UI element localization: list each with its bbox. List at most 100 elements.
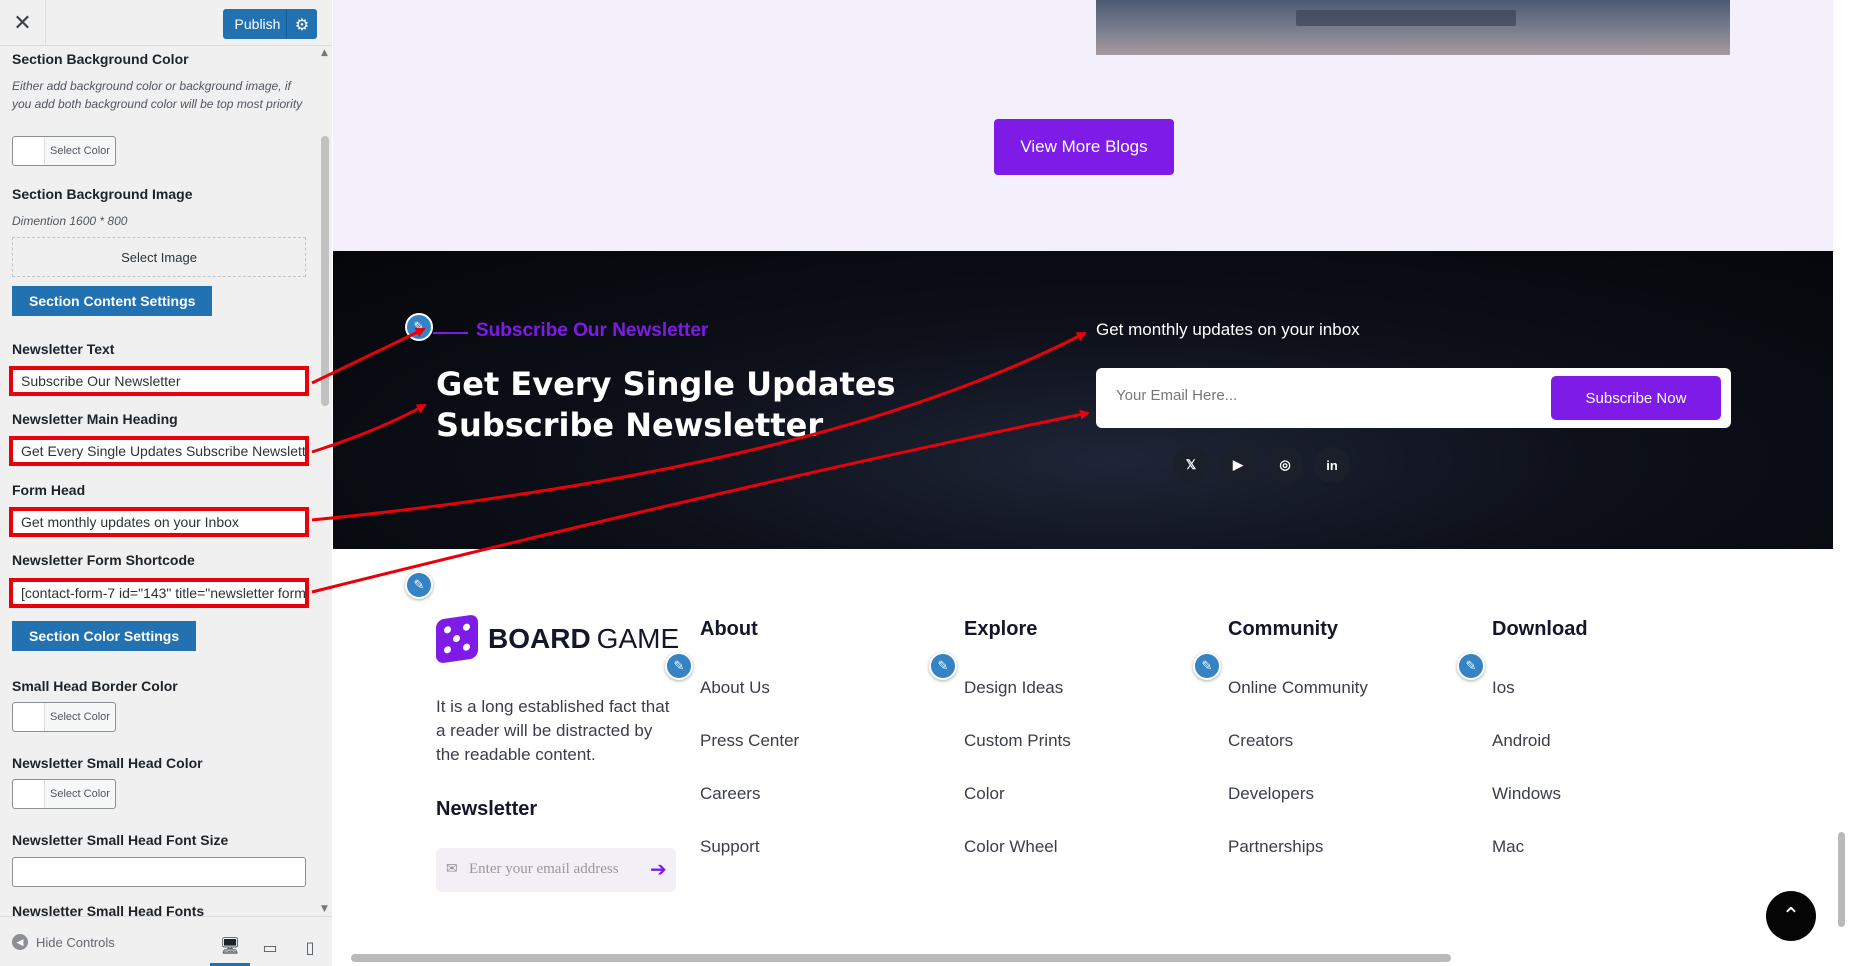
scrollbar-thumb[interactable] — [351, 954, 1451, 962]
footer-link[interactable]: Ios — [1492, 678, 1515, 698]
blog-image — [1096, 0, 1730, 55]
small-head-border-color-label: Small Head Border Color — [12, 678, 178, 694]
footer-link[interactable]: Support — [700, 837, 760, 857]
footer-col-title-download: Download — [1492, 618, 1588, 640]
annotation-highlight — [9, 578, 309, 608]
footer-newsletter-placeholder: Enter your email address — [469, 861, 619, 877]
publish-button[interactable]: Publish — [223, 9, 292, 39]
footer-link[interactable]: Windows — [1492, 784, 1561, 804]
footer-link[interactable]: Online Community — [1228, 678, 1368, 698]
scrollbar-thumb[interactable] — [1838, 832, 1845, 927]
youtube-icon[interactable]: ▶ — [1220, 447, 1256, 483]
annotation-highlight — [9, 366, 309, 396]
tablet-preview-icon[interactable]: ▭ — [250, 927, 290, 966]
site-logo[interactable]: BOARD GAME — [436, 614, 680, 664]
bg-image-description: Dimention 1600 * 800 — [12, 214, 128, 228]
twitter-icon[interactable]: 𝕏 — [1173, 447, 1209, 483]
heading-line-2: Subscribe Newsletter — [436, 406, 824, 444]
annotation-highlight — [9, 507, 309, 537]
footer-newsletter-title: Newsletter — [436, 798, 538, 820]
customizer-controls: Section Background Color Either add back… — [0, 46, 318, 916]
newsletter-main-heading: Get Every Single Updates Subscribe Newsl… — [436, 364, 956, 446]
color-swatch — [13, 780, 45, 808]
footer-link[interactable]: Partnerships — [1228, 837, 1323, 857]
newsletter-form-head: Get monthly updates on your inbox — [1096, 320, 1360, 339]
heading-line-1: Get Every Single Updates — [436, 365, 896, 403]
site-preview: View More Blogs ✎ Subscribe Our Newslett… — [333, 0, 1850, 966]
scroll-up-icon[interactable]: ▲ — [321, 48, 328, 58]
footer-newsletter-input[interactable]: ✉ Enter your email address ➔ — [436, 848, 676, 892]
gear-icon[interactable]: ⚙ — [286, 9, 317, 39]
footer-col-title-community: Community — [1228, 618, 1338, 640]
edit-shortcut-icon[interactable]: ✎ — [1193, 652, 1221, 680]
main-heading-label: Newsletter Main Heading — [12, 411, 178, 427]
bg-color-picker[interactable]: Select Color — [12, 136, 116, 166]
desktop-preview-icon[interactable]: 🖥 — [210, 927, 250, 966]
footer-link[interactable]: Developers — [1228, 784, 1314, 804]
footer-link[interactable]: Android — [1492, 731, 1551, 751]
edit-shortcut-icon[interactable]: ✎ — [665, 652, 693, 680]
footer-link[interactable]: Creators — [1228, 731, 1293, 751]
scrollbar-thumb[interactable] — [321, 136, 329, 406]
footer-link[interactable]: Color Wheel — [964, 837, 1058, 857]
footer-link[interactable]: Careers — [700, 784, 760, 804]
newsletter-text-label: Newsletter Text — [12, 341, 115, 357]
customizer-header: ✕ Publish ⚙ — [0, 0, 332, 46]
color-swatch — [13, 703, 45, 731]
small-head-color-picker[interactable]: Select Color — [12, 779, 116, 809]
instagram-icon[interactable]: ◎ — [1267, 447, 1303, 483]
linkedin-icon[interactable]: in — [1314, 447, 1350, 483]
footer-col-title-about: About — [700, 618, 758, 640]
footer-link[interactable]: Design Ideas — [964, 678, 1063, 698]
small-head-border — [433, 332, 468, 334]
hide-controls-button[interactable]: ◀ Hide Controls — [12, 934, 115, 950]
select-image-button[interactable]: Select Image — [12, 237, 306, 277]
footer-link[interactable]: Mac — [1492, 837, 1524, 857]
preview-horizontal-scrollbar[interactable] — [333, 950, 1850, 966]
newsletter-form: Your Email Here... Subscribe Now — [1096, 368, 1731, 428]
view-more-blogs-button[interactable]: View More Blogs — [994, 119, 1174, 175]
small-head-font-size-input[interactable] — [12, 857, 306, 887]
edit-shortcut-icon[interactable]: ✎ — [929, 652, 957, 680]
close-icon[interactable]: ✕ — [0, 0, 46, 46]
edit-shortcut-icon[interactable]: ✎ — [405, 313, 433, 341]
select-color-label: Select Color — [50, 788, 110, 800]
section-color-settings-button[interactable]: Section Color Settings — [12, 621, 197, 651]
subscribe-now-button[interactable]: Subscribe Now — [1551, 376, 1721, 420]
select-color-label: Select Color — [50, 145, 110, 157]
annotation-highlight — [9, 436, 309, 466]
preview-vertical-scrollbar[interactable] — [1833, 0, 1850, 950]
newsletter-email-input[interactable]: Your Email Here... — [1116, 387, 1237, 404]
mobile-preview-icon[interactable]: ▯ — [290, 927, 330, 966]
footer-link[interactable]: Color — [964, 784, 1005, 804]
edit-shortcut-icon[interactable]: ✎ — [1457, 652, 1485, 680]
envelope-icon: ✉ — [446, 861, 458, 877]
small-head-fonts-label: Newsletter Small Head Fonts — [12, 903, 205, 916]
footer-link[interactable]: Press Center — [700, 731, 799, 751]
footer-col-title-explore: Explore — [964, 618, 1038, 640]
sidebar-scrollbar[interactable]: ▲ ▼ — [318, 46, 332, 916]
newsletter-small-head: Subscribe Our Newsletter — [476, 320, 709, 341]
footer-link[interactable]: About Us — [700, 678, 770, 698]
bg-color-label: Section Background Color — [12, 51, 189, 67]
form-head-label: Form Head — [12, 482, 86, 498]
logo-text-bold: BOARD — [488, 623, 591, 654]
customizer-footer: ◀ Hide Controls 🖥 ▭ ▯ — [0, 916, 332, 966]
logo-text-light: GAME — [596, 623, 680, 654]
small-head-font-size-label: Newsletter Small Head Font Size — [12, 832, 229, 848]
scroll-to-top-button[interactable]: ⌃ — [1766, 891, 1816, 941]
dice-icon — [436, 614, 478, 664]
blog-section: View More Blogs — [333, 0, 1833, 251]
edit-shortcut-icon[interactable]: ✎ — [405, 571, 433, 599]
small-head-border-color-picker[interactable]: Select Color — [12, 702, 116, 732]
customizer-sidebar: ✕ Publish ⚙ Section Background Color Eit… — [0, 0, 332, 966]
arrow-right-icon[interactable]: ➔ — [650, 857, 667, 881]
section-content-settings-button[interactable]: Section Content Settings — [12, 286, 213, 316]
scroll-down-icon[interactable]: ▼ — [321, 904, 328, 914]
shortcode-label: Newsletter Form Shortcode — [12, 552, 195, 568]
footer-link[interactable]: Custom Prints — [964, 731, 1071, 751]
hide-controls-label: Hide Controls — [36, 934, 115, 950]
newsletter-section: ✎ Subscribe Our Newsletter Get Every Sin… — [333, 251, 1833, 549]
bg-image-label: Section Background Image — [12, 186, 193, 202]
footer-about-text: It is a long established fact that a rea… — [436, 697, 670, 764]
